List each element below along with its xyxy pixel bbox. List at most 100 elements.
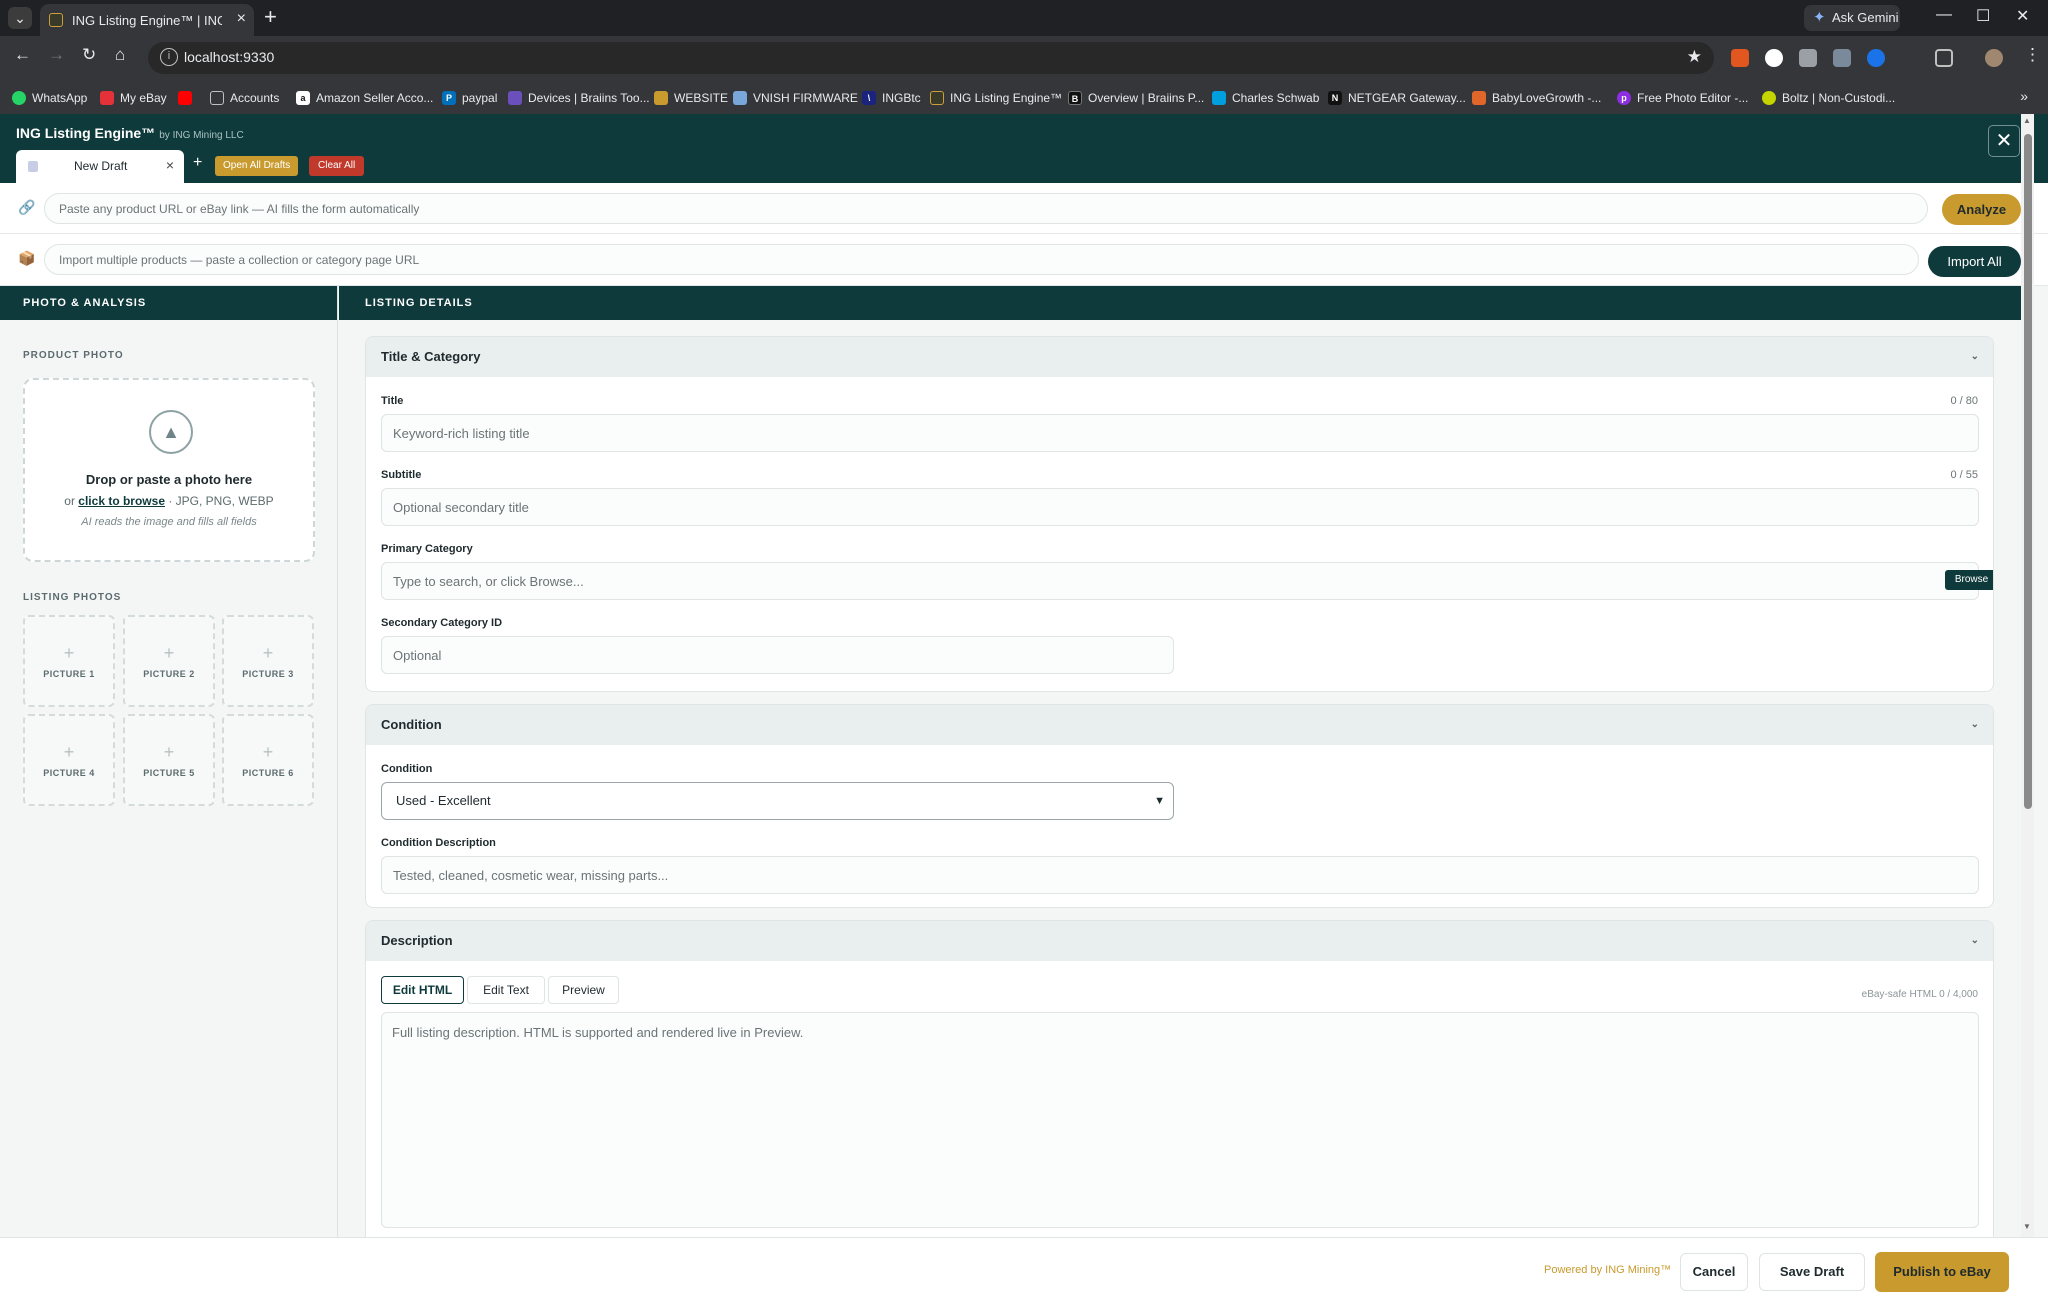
picture-slot-5[interactable]: + PICTURE 5 — [123, 714, 215, 806]
picture-slot-1[interactable]: + PICTURE 1 — [23, 615, 115, 707]
page-scrollbar[interactable]: ▲ ▼ — [2021, 114, 2034, 1237]
plus-icon: + — [63, 643, 75, 663]
app-header: ING Listing Engine™ by ING Mining LLC New… — [0, 114, 2048, 183]
tab-edit-html[interactable]: Edit HTML — [381, 976, 464, 1004]
picture-slot-3[interactable]: + PICTURE 3 — [222, 615, 314, 707]
cancel-button[interactable]: Cancel — [1680, 1253, 1748, 1291]
bookmark-whatsapp[interactable]: WhatsApp — [12, 89, 87, 107]
bookmark-braiins-overview[interactable]: B Overview | Braiins P... — [1068, 89, 1204, 107]
chevron-down-icon[interactable]: ⌄ — [1971, 705, 1979, 745]
extensions-puzzle-icon[interactable] — [1935, 49, 1953, 67]
description-char-count: eBay-safe HTML 0 / 4,000 — [1861, 989, 1978, 1000]
paypal-icon: P — [442, 91, 456, 105]
condition-header[interactable]: Condition ⌄ — [366, 705, 1993, 745]
condition-description-input[interactable] — [381, 856, 1979, 894]
site-info-icon[interactable]: i — [160, 48, 178, 66]
publish-to-ebay-button[interactable]: Publish to eBay — [1875, 1252, 2009, 1292]
bookmark-my-ebay[interactable]: My eBay — [100, 89, 167, 107]
profile-avatar[interactable] — [1985, 49, 2003, 67]
condition-label: Condition — [381, 763, 433, 775]
reload-icon[interactable]: ↻ — [82, 45, 96, 65]
save-draft-button[interactable]: Save Draft — [1759, 1253, 1865, 1291]
bookmark-youtube[interactable] — [178, 89, 192, 107]
address-bar[interactable]: i localhost:9330 ★ — [148, 42, 1714, 74]
clear-all-button[interactable]: Clear All — [309, 156, 365, 176]
bookmark-netgear[interactable]: N NETGEAR Gateway... — [1328, 89, 1466, 107]
bookmark-ing-listing-engine[interactable]: ING Listing Engine™ — [930, 89, 1062, 107]
import-all-button[interactable]: Import All — [1928, 246, 2021, 277]
shield-extension-icon[interactable] — [1833, 49, 1851, 67]
home-icon[interactable]: ⌂ — [115, 45, 125, 65]
primary-category-input[interactable] — [381, 562, 1979, 600]
close-window-icon[interactable]: ✕ — [2016, 6, 2029, 26]
close-modal-icon[interactable]: ✕ — [1988, 125, 2020, 157]
picture-slot-2[interactable]: + PICTURE 2 — [123, 615, 215, 707]
analyze-button[interactable]: Analyze — [1942, 194, 2021, 225]
maximize-icon[interactable]: ☐ — [1976, 6, 1990, 26]
photo-dropzone[interactable]: ▲ Drop or paste a photo here or click to… — [23, 378, 315, 562]
bookmark-braiins-tools[interactable]: Devices | Braiins Too... — [508, 89, 650, 107]
scroll-down-icon[interactable]: ▼ — [2023, 1222, 2031, 1231]
bookmark-charles-schwab[interactable]: Charles Schwab — [1212, 89, 1319, 107]
description-header[interactable]: Description ⌄ — [366, 921, 1993, 961]
tab-preview[interactable]: Preview — [548, 976, 619, 1004]
product-url-input[interactable] — [44, 193, 1928, 224]
bookmark-free-photo-editor[interactable]: p Free Photo Editor -... — [1617, 89, 1748, 107]
add-draft-icon[interactable]: + — [193, 154, 202, 172]
minimize-icon[interactable]: — — [1936, 6, 1952, 24]
secondary-category-label: Secondary Category ID — [381, 617, 503, 629]
bookmark-star-icon[interactable]: ★ — [1687, 47, 1702, 67]
photo-analysis-panel: PHOTO & ANALYSIS PRODUCT PHOTO ▲ Drop or… — [0, 286, 338, 1237]
amazon-icon: a — [296, 91, 310, 105]
open-all-drafts-button[interactable]: Open All Drafts — [215, 156, 299, 176]
browser-menu-icon[interactable]: ⋮ — [2024, 45, 2041, 65]
bookmarks-bar: WhatsApp My eBay Accounts a Amazon Seller… — [0, 80, 2048, 114]
extension-arrow-icon[interactable] — [1901, 49, 1919, 67]
draft-tab-new-draft[interactable]: New Draft × — [16, 150, 184, 183]
subtitle-input[interactable] — [381, 488, 1979, 526]
description-textarea[interactable]: Full listing description. HTML is suppor… — [381, 1012, 1979, 1228]
bookmark-amazon-seller[interactable]: a Amazon Seller Acco... — [296, 89, 433, 107]
condition-card: Condition ⌄ Condition Used - Excellent ▼… — [365, 704, 1994, 908]
chevron-down-icon[interactable]: ⌄ — [1971, 337, 1979, 377]
ask-gemini-button[interactable]: ✦ Ask Gemini — [1804, 5, 1900, 31]
browse-category-button[interactable]: Browse — [1945, 570, 1993, 590]
condition-select[interactable]: Used - Excellent ▼ — [381, 782, 1174, 820]
bookmark-paypal[interactable]: Ppaypal — [442, 89, 497, 107]
babylovegrowth-icon — [1472, 91, 1486, 105]
bookmark-accounts[interactable]: Accounts — [210, 89, 279, 107]
dropzone-title: Drop or paste a photo here — [85, 472, 253, 487]
bookmark-babylovegrowth[interactable]: BabyLoveGrowth -... — [1472, 89, 1601, 107]
new-tab-icon[interactable]: + — [264, 4, 277, 30]
ebay-icon — [100, 91, 114, 105]
bookmarks-overflow-icon[interactable]: » — [2020, 88, 2028, 104]
picture-slot-6[interactable]: + PICTURE 6 — [222, 714, 314, 806]
bookmark-vnish-firmware[interactable]: VNISH FIRMWARE — [733, 89, 858, 107]
scroll-up-icon[interactable]: ▲ — [2023, 116, 2031, 125]
extension-box-icon[interactable] — [1799, 49, 1817, 67]
tab-close-icon[interactable]: × — [237, 10, 246, 28]
forward-icon[interactable]: → — [48, 45, 65, 65]
click-to-browse-link[interactable]: click to browse — [78, 494, 165, 508]
bookmark-boltz[interactable]: Boltz | Non-Custodi... — [1762, 89, 1895, 107]
secondary-category-input[interactable] — [381, 636, 1174, 674]
tab-search-chevron-icon[interactable]: ⌄ — [8, 7, 32, 29]
title-input[interactable] — [381, 414, 1979, 452]
draft-tab-close-icon[interactable]: × — [166, 157, 174, 173]
extension-s-icon[interactable] — [1765, 49, 1783, 67]
back-icon[interactable]: ← — [14, 45, 31, 65]
package-icon: 📦 — [18, 250, 36, 266]
metamask-extension-icon[interactable] — [1731, 49, 1749, 67]
browser-tab[interactable]: ING Listing Engine™ | ING Mini × — [40, 4, 254, 36]
braiins-b-icon: B — [1068, 91, 1082, 105]
bookmark-ingbtc[interactable]: \ INGBtc — [862, 89, 921, 107]
extension-r-icon[interactable] — [1867, 49, 1885, 67]
listing-details-panel: LISTING DETAILS Title & Category ⌄ Title… — [339, 286, 2021, 1237]
picture-slot-4[interactable]: + PICTURE 4 — [23, 714, 115, 806]
scrollbar-thumb[interactable] — [2024, 134, 2032, 809]
title-category-header[interactable]: Title & Category ⌄ — [366, 337, 1993, 377]
chevron-down-icon[interactable]: ⌄ — [1971, 921, 1979, 961]
import-url-input[interactable] — [44, 244, 1919, 275]
tab-edit-text[interactable]: Edit Text — [467, 976, 545, 1004]
bookmark-website[interactable]: WEBSITE — [654, 89, 728, 107]
